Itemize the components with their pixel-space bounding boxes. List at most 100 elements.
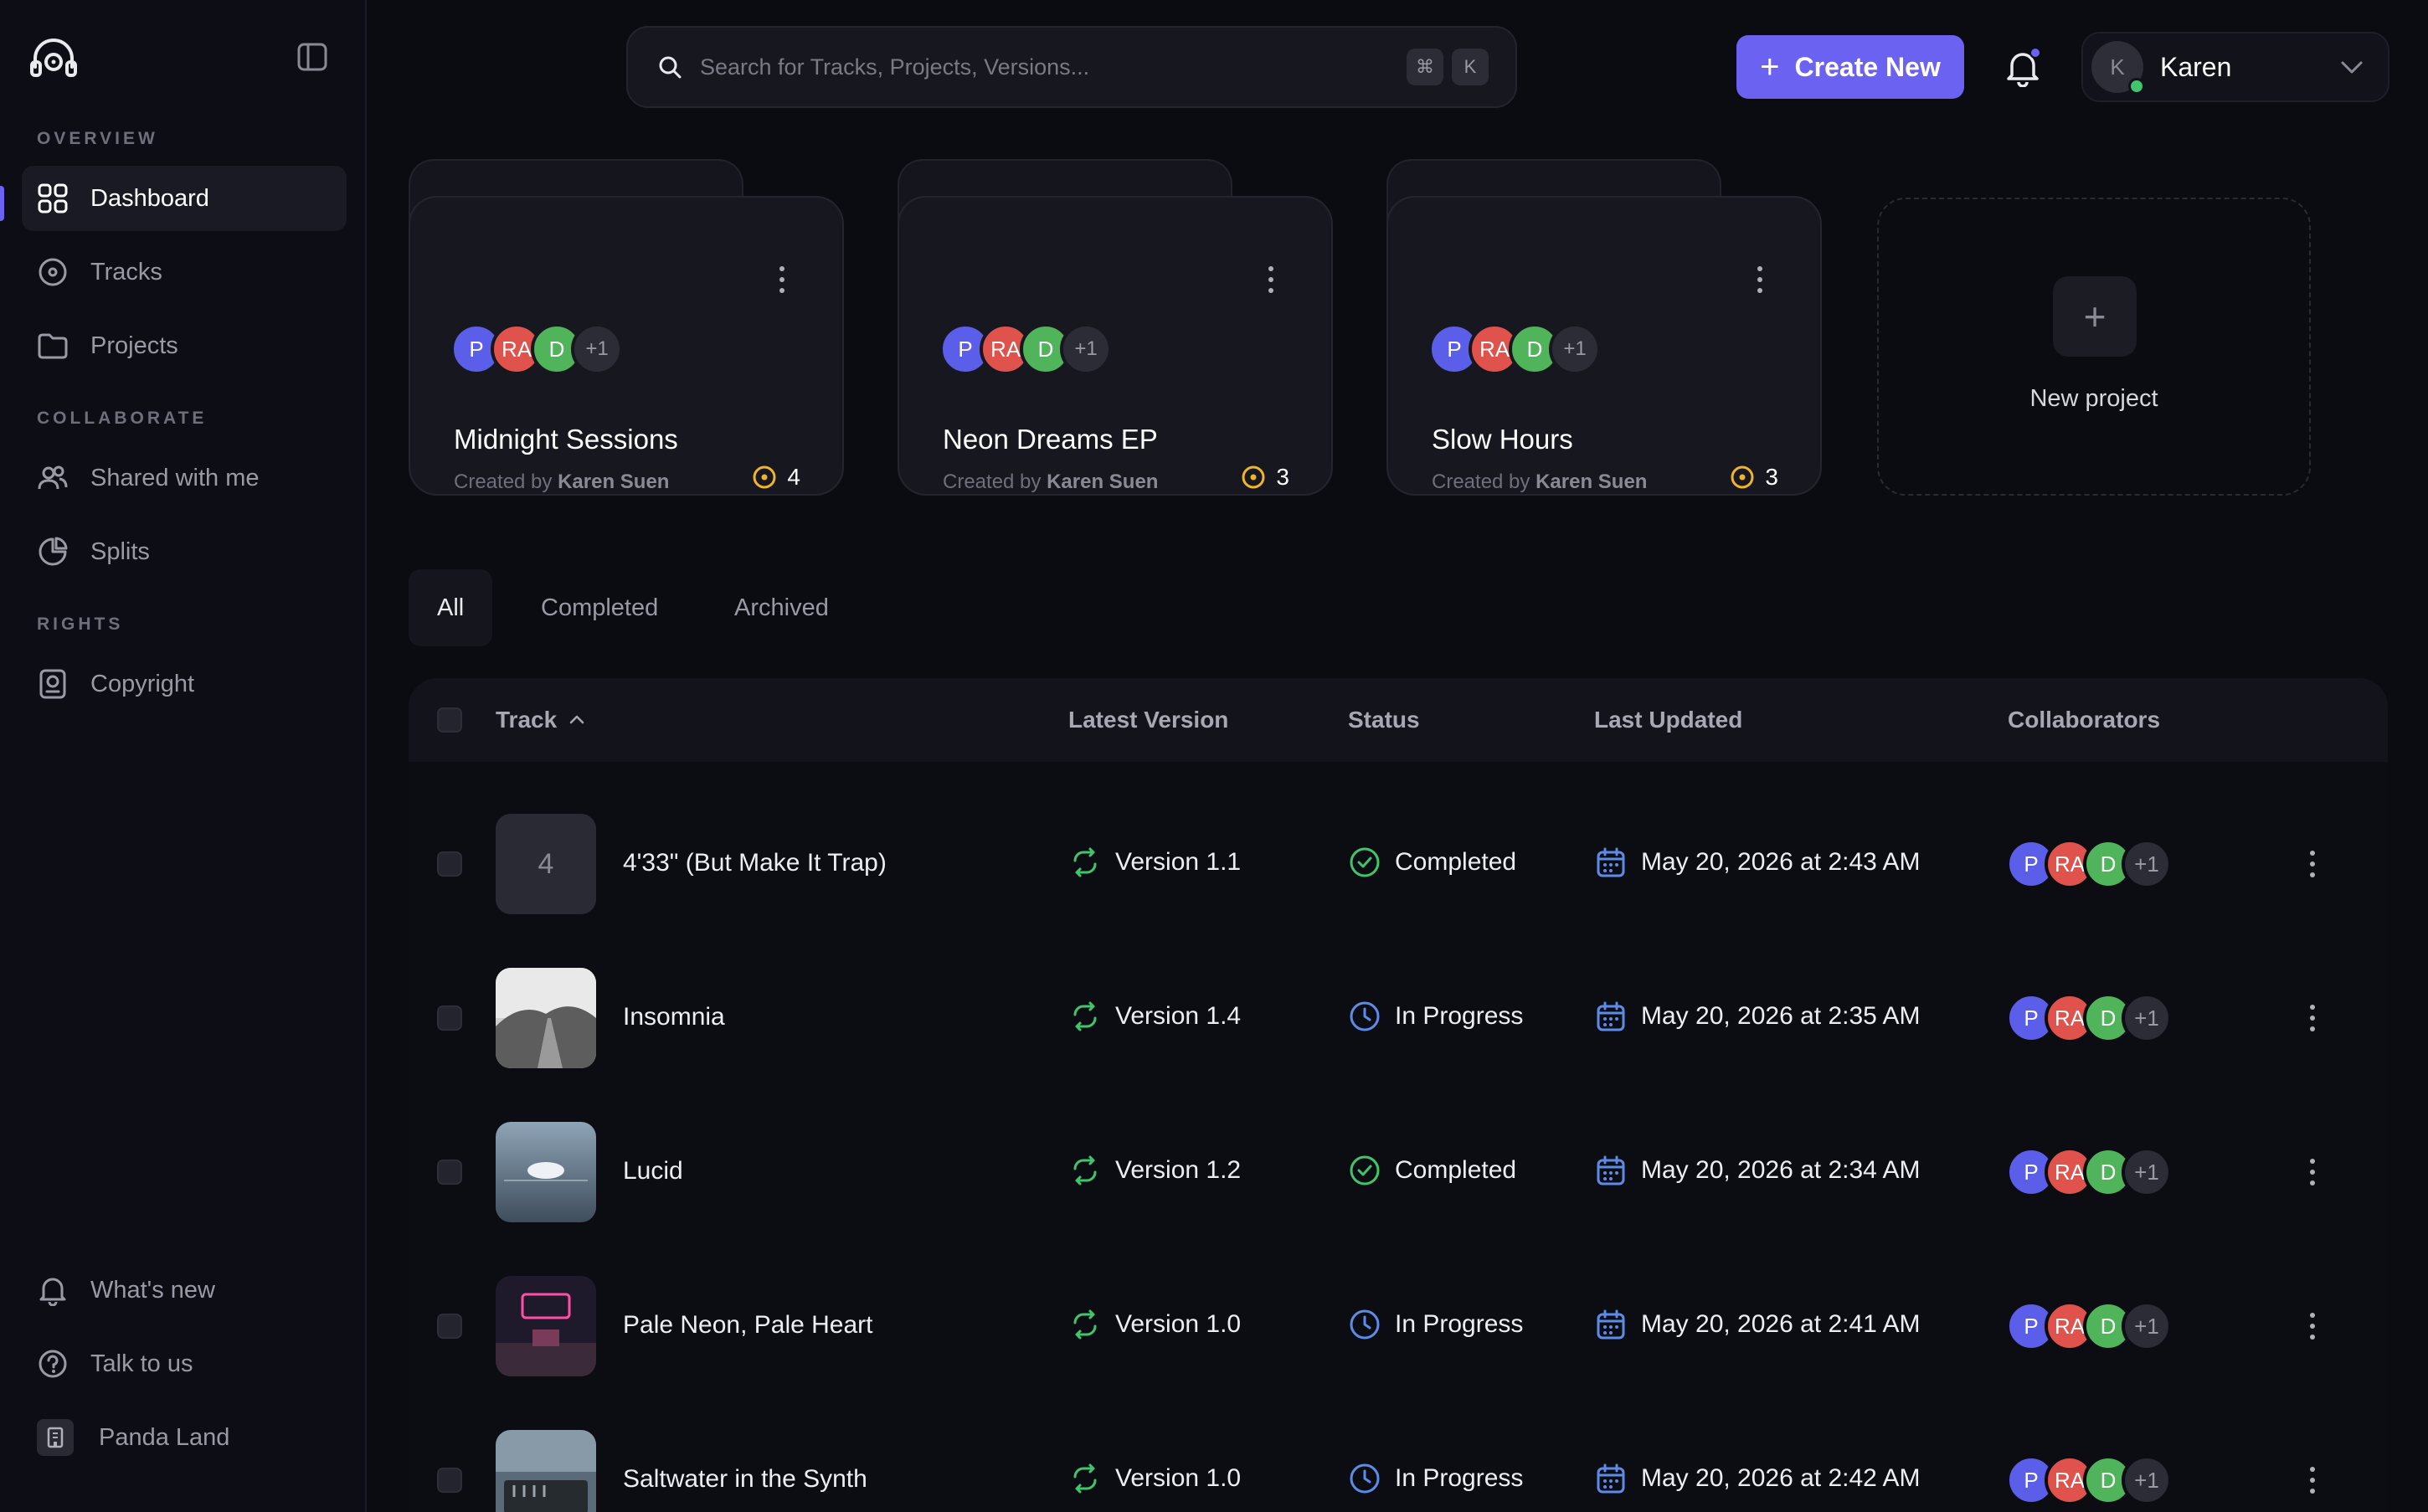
sidebar-item-dashboard[interactable]: Dashboard bbox=[22, 166, 347, 231]
status-cell: In Progress bbox=[1348, 1462, 1523, 1495]
avatar-more-count[interactable]: +1 bbox=[2122, 993, 2172, 1043]
track-name[interactable]: Pale Neon, Pale Heart bbox=[623, 1311, 873, 1340]
sidebar-item-copyright[interactable]: Copyright bbox=[22, 651, 347, 717]
sidebar-item-splits[interactable]: Splits bbox=[22, 519, 347, 584]
latest-version-cell[interactable]: Version 1.1 bbox=[1068, 846, 1241, 879]
new-project-card[interactable]: + New project bbox=[1877, 198, 2311, 496]
sidebar-toggle-icon[interactable] bbox=[296, 42, 328, 72]
row-more-options-icon[interactable] bbox=[2306, 1311, 2319, 1341]
user-initial: K bbox=[2110, 54, 2125, 80]
sidebar-item-workspace[interactable]: Panda Land bbox=[22, 1405, 347, 1470]
project-card[interactable]: P RA D +1 Midnight Sessions Created by Kare… bbox=[409, 159, 844, 496]
row-checkbox[interactable] bbox=[437, 1160, 462, 1185]
row-more-options-icon[interactable] bbox=[2306, 1465, 2319, 1495]
sidebar-item-whats-new[interactable]: What's new bbox=[22, 1257, 347, 1323]
project-card[interactable]: P RA D +1 Slow Hours Created by Karen Suen … bbox=[1386, 159, 1822, 496]
avatar-more-count[interactable]: +1 bbox=[1549, 323, 1601, 375]
last-updated-value: May 20, 2026 at 2:41 AM bbox=[1641, 1310, 1921, 1338]
row-more-options-icon[interactable] bbox=[2306, 1157, 2319, 1187]
column-header-status[interactable]: Status bbox=[1348, 707, 1420, 733]
last-updated-value: May 20, 2026 at 2:34 AM bbox=[1641, 1156, 1921, 1184]
grid-icon bbox=[38, 183, 68, 213]
disc-icon bbox=[753, 465, 776, 489]
create-new-label: Create New bbox=[1794, 51, 1941, 82]
sidebar-item-talk-to-us[interactable]: Talk to us bbox=[22, 1331, 347, 1396]
search-input[interactable] bbox=[700, 54, 1407, 80]
select-all-checkbox[interactable] bbox=[437, 707, 462, 733]
project-title: Slow Hours bbox=[1432, 424, 1573, 455]
plus-icon: + bbox=[2053, 276, 2137, 357]
row-checkbox[interactable] bbox=[437, 851, 462, 877]
sidebar-item-label: Copyright bbox=[90, 670, 195, 697]
collaborator-avatars: P RA D +1 bbox=[2006, 839, 2172, 889]
tab-label: Archived bbox=[734, 594, 829, 621]
check-circle-icon bbox=[1350, 847, 1380, 877]
online-status-dot bbox=[2128, 78, 2145, 95]
status-cell: In Progress bbox=[1348, 1000, 1523, 1033]
tab-label: Completed bbox=[541, 594, 659, 621]
track-name[interactable]: 4'33" (But Make It Trap) bbox=[623, 849, 887, 877]
create-new-button[interactable]: + Create New bbox=[1736, 35, 1964, 99]
column-header-last-updated[interactable]: Last Updated bbox=[1594, 707, 1742, 733]
project-card[interactable]: P RA D +1 Neon Dreams EP Created by Karen S… bbox=[898, 159, 1333, 496]
sidebar-item-tracks[interactable]: Tracks bbox=[22, 239, 347, 305]
row-checkbox[interactable] bbox=[437, 1005, 462, 1031]
tracks-table: Track Latest Version Status Last Updated… bbox=[409, 678, 2388, 1512]
latest-version-cell[interactable]: Version 1.4 bbox=[1068, 1000, 1241, 1033]
avatar-more-count[interactable]: +1 bbox=[2122, 839, 2172, 889]
clock-icon bbox=[1350, 1001, 1380, 1031]
avatar-more-count[interactable]: +1 bbox=[2122, 1455, 2172, 1505]
creator-name: Karen Suen bbox=[1047, 471, 1159, 493]
table-row[interactable]: Lucid Version 1.2 Completed May 20, 2026… bbox=[409, 1095, 2388, 1249]
version-label: Version 1.1 bbox=[1115, 848, 1242, 876]
tab-archived[interactable]: Archived bbox=[706, 569, 857, 646]
folder-icon bbox=[38, 333, 68, 359]
column-header-latest-version[interactable]: Latest Version bbox=[1068, 707, 1228, 733]
row-checkbox[interactable] bbox=[437, 1314, 462, 1339]
row-more-options-icon[interactable] bbox=[2306, 849, 2319, 879]
disc-icon bbox=[1731, 465, 1754, 489]
project-creator: Created by Karen Suen bbox=[1432, 471, 1647, 494]
column-header-collaborators[interactable]: Collaborators bbox=[2008, 707, 2160, 733]
more-options-icon[interactable] bbox=[1753, 265, 1767, 295]
track-name[interactable]: Lucid bbox=[623, 1157, 683, 1185]
version-label: Version 1.2 bbox=[1115, 1156, 1242, 1184]
table-row[interactable]: Insomnia Version 1.4 In Progress May 20,… bbox=[409, 941, 2388, 1095]
status-cell: In Progress bbox=[1348, 1308, 1523, 1341]
tab-completed[interactable]: Completed bbox=[512, 569, 687, 646]
track-name[interactable]: Insomnia bbox=[623, 1003, 725, 1031]
latest-version-cell[interactable]: Version 1.0 bbox=[1068, 1308, 1241, 1341]
sidebar: OVERVIEW Dashboard Tracks Projects COLLA… bbox=[0, 0, 367, 1512]
sidebar-item-projects[interactable]: Projects bbox=[22, 313, 347, 378]
search-bar[interactable]: ⌘ K bbox=[626, 26, 1517, 108]
avatar-more-count[interactable]: +1 bbox=[1060, 323, 1112, 375]
column-header-track[interactable]: Track bbox=[496, 707, 587, 733]
version-label: Version 1.4 bbox=[1115, 1002, 1242, 1030]
row-checkbox[interactable] bbox=[437, 1468, 462, 1493]
user-menu[interactable]: K Karen bbox=[2081, 32, 2389, 102]
project-creator: Created by Karen Suen bbox=[943, 471, 1158, 494]
more-options-icon[interactable] bbox=[1264, 265, 1278, 295]
album-art-image bbox=[496, 1430, 596, 1512]
tab-label: All bbox=[437, 594, 465, 621]
table-row[interactable]: Saltwater in the Synth Version 1.0 In Pr… bbox=[409, 1403, 2388, 1512]
table-row[interactable]: 4 4'33" (But Make It Trap) Version 1.1 C… bbox=[409, 787, 2388, 941]
row-more-options-icon[interactable] bbox=[2306, 1003, 2319, 1033]
track-thumbnail bbox=[496, 1122, 596, 1222]
notification-dot bbox=[2029, 47, 2041, 59]
latest-version-cell[interactable]: Version 1.2 bbox=[1068, 1154, 1241, 1187]
avatar-more-count[interactable]: +1 bbox=[2122, 1147, 2172, 1197]
tab-all[interactable]: All bbox=[409, 569, 493, 646]
project-card-body: P RA D +1 Slow Hours Created by Karen Suen … bbox=[1386, 196, 1822, 496]
status-label: In Progress bbox=[1395, 1464, 1524, 1492]
avatar-more-count[interactable]: +1 bbox=[2122, 1301, 2172, 1351]
headphones-logo-icon[interactable] bbox=[30, 37, 77, 79]
section-label-overview: OVERVIEW bbox=[37, 129, 158, 148]
more-options-icon[interactable] bbox=[775, 265, 789, 295]
track-name[interactable]: Saltwater in the Synth bbox=[623, 1465, 867, 1494]
latest-version-cell[interactable]: Version 1.0 bbox=[1068, 1462, 1241, 1495]
last-updated-value: May 20, 2026 at 2:43 AM bbox=[1641, 848, 1921, 876]
avatar-more-count[interactable]: +1 bbox=[571, 323, 623, 375]
table-row[interactable]: Pale Neon, Pale Heart Version 1.0 In Pro… bbox=[409, 1249, 2388, 1403]
sidebar-item-shared[interactable]: Shared with me bbox=[22, 445, 347, 511]
